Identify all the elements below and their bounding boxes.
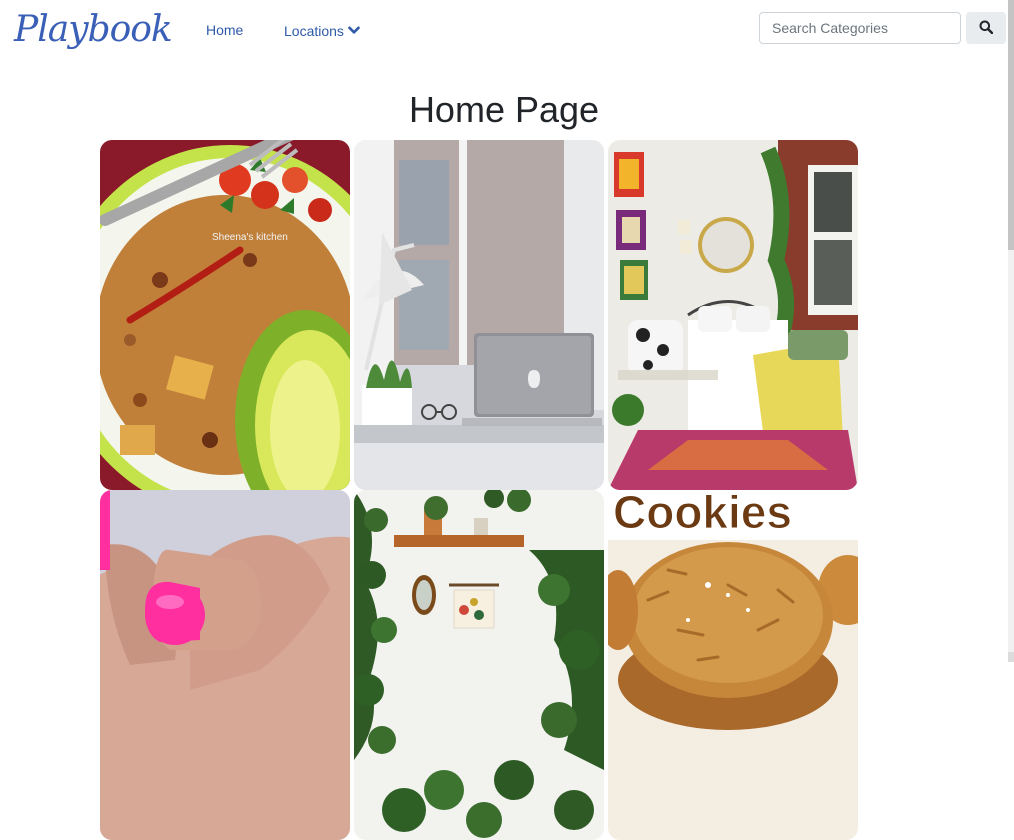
top-navbar: Playbook Home Locations	[0, 0, 1008, 60]
nav-locations-label: Locations	[284, 23, 344, 39]
bedroom-image	[608, 140, 858, 490]
food-image: Sheena's kitchen	[100, 140, 350, 490]
search-icon	[979, 20, 994, 37]
category-card-nails[interactable]	[100, 490, 350, 840]
search-button[interactable]	[966, 12, 1006, 44]
category-card-plants[interactable]	[354, 490, 604, 840]
nav-locations-dropdown[interactable]: Locations	[284, 21, 360, 40]
cookies-title-text: Cookies	[613, 490, 792, 538]
brand-logo[interactable]: Playbook	[14, 4, 173, 56]
search-input[interactable]	[759, 12, 961, 44]
category-card-cookies[interactable]: Cookies	[608, 490, 858, 840]
category-card-workspace[interactable]	[354, 140, 604, 490]
chevron-down-icon	[348, 21, 360, 39]
nav-home-link[interactable]: Home	[206, 21, 243, 39]
scrollbar-thumb[interactable]	[1008, 0, 1014, 250]
image-watermark-text: Sheena's kitchen	[212, 232, 288, 243]
workspace-image	[354, 140, 604, 490]
plants-image	[354, 490, 604, 840]
nails-image	[100, 490, 350, 840]
page-scrollbar[interactable]	[1008, 0, 1014, 662]
scroll-down-arrow[interactable]	[1008, 652, 1014, 662]
page-title: Home Page	[408, 89, 600, 130]
category-card-food[interactable]: Sheena's kitchen	[100, 140, 350, 490]
cookies-image: Cookies	[608, 490, 858, 840]
category-card-bedroom[interactable]	[608, 140, 858, 490]
